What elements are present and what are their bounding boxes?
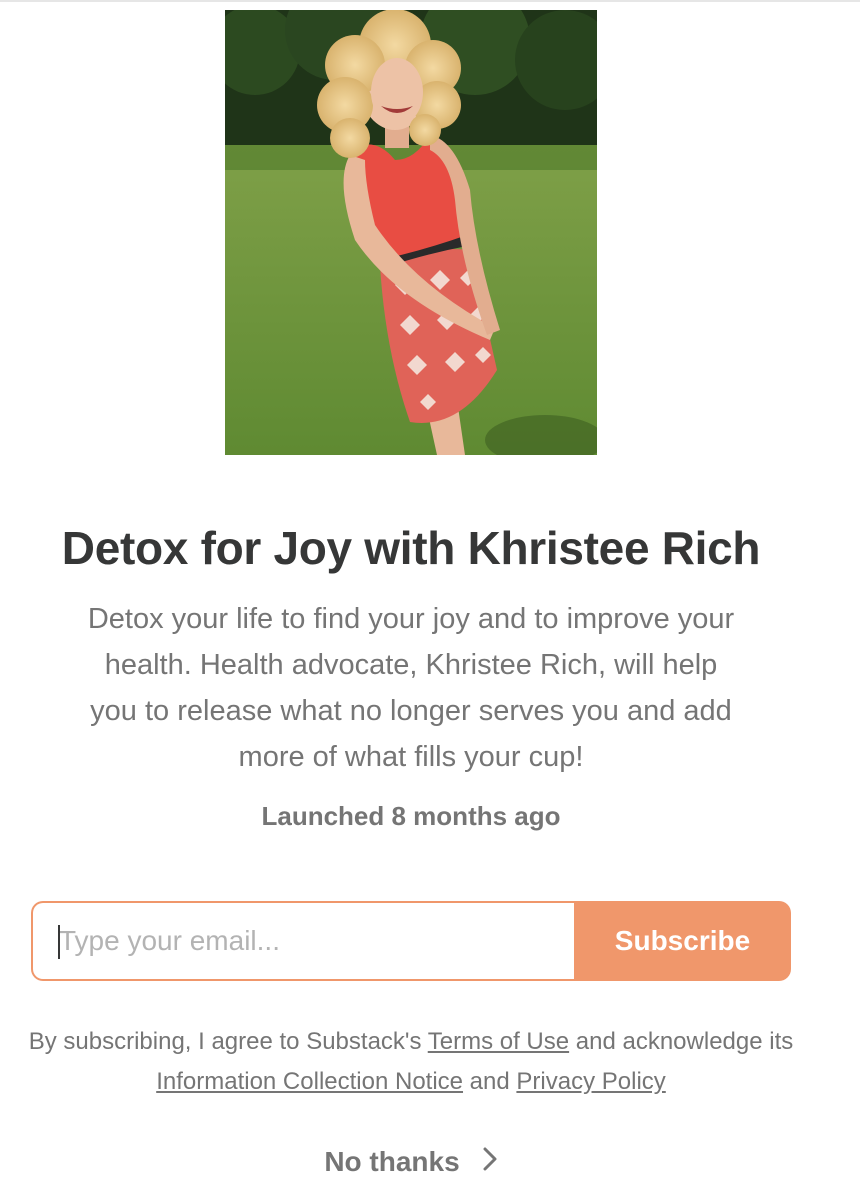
legal-middle: and acknowledge its	[569, 1028, 794, 1055]
legal-prefix: By subscribing, I agree to Substack's	[28, 1028, 428, 1055]
no-thanks-button[interactable]: No thanks	[0, 1140, 822, 1184]
privacy-policy-link[interactable]: Privacy Policy	[516, 1068, 665, 1095]
top-divider	[0, 0, 860, 2]
email-input[interactable]	[57, 924, 574, 958]
hero-photo	[225, 10, 597, 455]
subscribe-form: Subscribe	[31, 901, 791, 981]
chevron-right-icon	[482, 1140, 498, 1184]
legal-notice: By subscribing, I agree to Substack's Te…	[0, 1022, 822, 1102]
publication-title: Detox for Joy with Khristee Rich	[61, 522, 761, 574]
subscribe-button[interactable]: Subscribe	[574, 901, 791, 981]
terms-of-use-link[interactable]: Terms of Use	[428, 1028, 569, 1055]
publication-description: Detox your life to find your joy and to …	[87, 603, 735, 773]
text-caret	[58, 925, 60, 959]
legal-and: and	[463, 1068, 517, 1095]
email-field-wrapper	[31, 901, 574, 981]
information-collection-notice-link[interactable]: Information Collection Notice	[156, 1068, 463, 1095]
launch-date: Launched 8 months ago	[261, 801, 561, 831]
no-thanks-label: No thanks	[324, 1146, 460, 1177]
